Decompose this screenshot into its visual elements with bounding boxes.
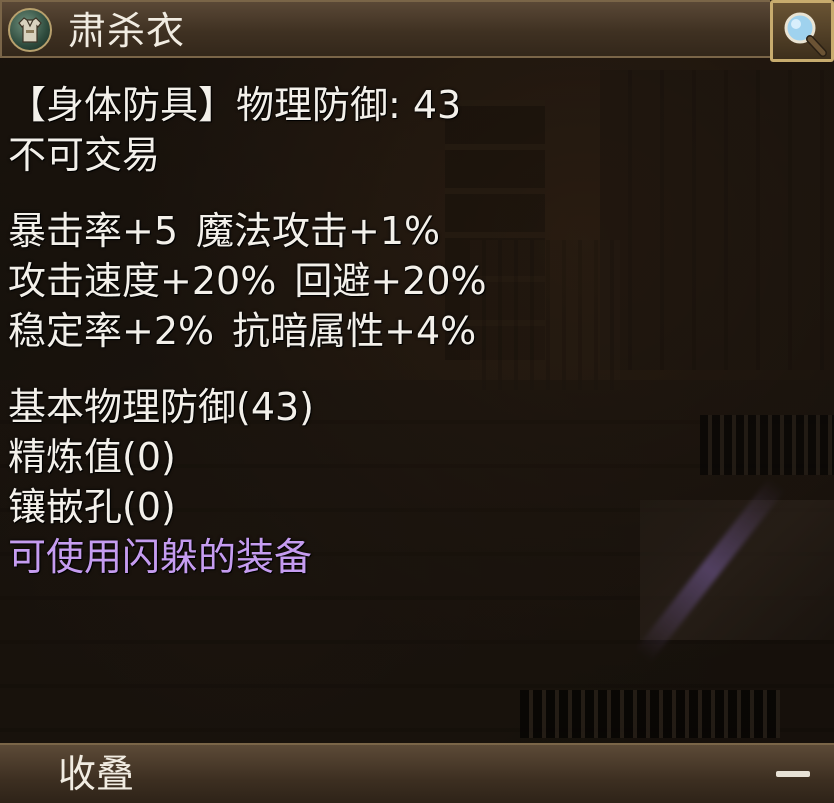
stat-dark-resist: 抗暗属性+4% [232, 309, 477, 353]
stat-crit-rate: 暴击率+5 [8, 209, 179, 253]
stat-evasion: 回避+20% [294, 259, 487, 303]
stat-stability: 稳定率+2% [8, 309, 215, 353]
search-icon [784, 12, 827, 57]
stat-row: 稳定率+2% 抗暗属性+4% [8, 306, 808, 356]
socket-count: 镶嵌孔(0) [8, 485, 176, 529]
minimize-button[interactable] [772, 759, 814, 789]
tooltip-footer: 收叠 [0, 743, 834, 803]
stat-magic-attack: 魔法攻击+1% [196, 209, 441, 253]
item-type-defense: 【身体防具】物理防御: 43 [8, 83, 462, 127]
search-button[interactable] [770, 0, 834, 62]
item-title-bar: 肃杀衣 [0, 0, 770, 58]
item-tooltip-body: 【身体防具】物理防御: 43 不可交易 暴击率+5 魔法攻击+1% 攻击速度+20… [8, 80, 808, 582]
dodge-equipment-note: 可使用闪躲的装备 [8, 535, 313, 579]
collapse-button[interactable]: 收叠 [58, 749, 134, 799]
armor-icon [8, 8, 52, 52]
stat-row: 攻击速度+20% 回避+20% [8, 256, 808, 306]
item-trade-status: 不可交易 [8, 133, 161, 177]
stat-attack-speed: 攻击速度+20% [8, 259, 277, 303]
base-physical-defense: 基本物理防御(43) [8, 385, 315, 429]
item-name: 肃杀衣 [68, 9, 186, 53]
stat-row: 暴击率+5 魔法攻击+1% [8, 206, 808, 256]
refine-value: 精炼值(0) [8, 435, 176, 479]
minus-icon [776, 771, 810, 777]
